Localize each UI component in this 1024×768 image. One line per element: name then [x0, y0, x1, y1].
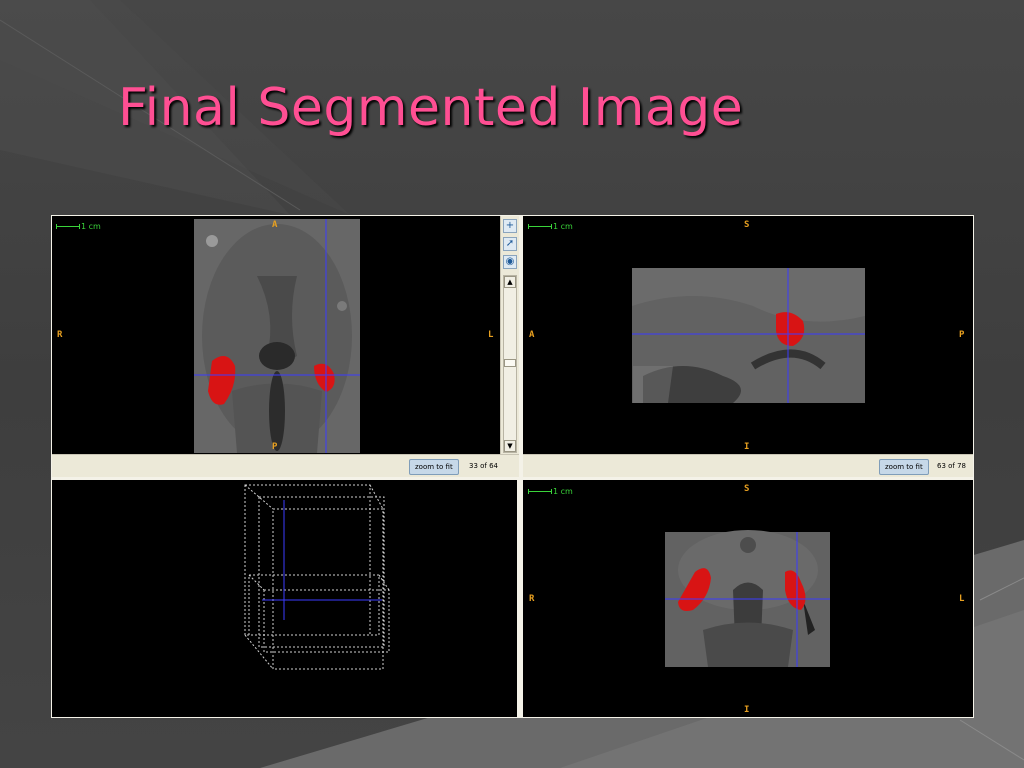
slide-title: Final Segmented Image — [118, 78, 744, 138]
scroll-up-button[interactable]: ▲ — [504, 276, 516, 288]
slice-counter: 33 of 64 — [469, 462, 499, 470]
scroll-down-button[interactable]: ▼ — [504, 440, 516, 452]
image-viewer: 1 cm A P R L + ➚ ◉ ▲ ▼ zoom to fit 33 of… — [51, 215, 974, 718]
scale-label: 1 cm — [553, 222, 573, 231]
3d-view[interactable] — [52, 480, 517, 717]
sagittal-toolbar: zoom to fit 63 of 78 — [523, 454, 973, 477]
coronal-view[interactable]: 1 cm S I R L — [523, 480, 973, 717]
sagittal-view[interactable]: 1 cm S I A P — [523, 216, 973, 454]
orientation-right: L — [488, 330, 494, 340]
zoom-to-fit-button[interactable]: zoom to fit — [409, 459, 459, 475]
orientation-top: S — [744, 220, 750, 230]
orientation-right: P — [959, 330, 965, 340]
orientation-right: L — [959, 594, 965, 604]
orientation-left: A — [529, 330, 535, 340]
scale-bar — [528, 224, 552, 229]
scale-bar — [528, 489, 552, 494]
3d-axis-lines — [262, 500, 382, 620]
zoom-to-fit-button[interactable]: zoom to fit — [879, 459, 929, 475]
scale-bar — [56, 224, 80, 229]
sagittal-crosshair — [632, 268, 865, 403]
scale-label: 1 cm — [553, 487, 573, 496]
orientation-bottom: P — [272, 442, 278, 452]
pointer-icon[interactable]: ➚ — [503, 237, 517, 251]
orientation-left: R — [57, 330, 63, 340]
orientation-bottom: I — [744, 442, 750, 452]
axial-view[interactable]: 1 cm A P R L — [52, 216, 500, 454]
orientation-bottom: I — [744, 705, 750, 715]
plus-icon[interactable]: + — [503, 219, 517, 233]
slice-counter: 63 of 78 — [937, 462, 967, 470]
orientation-top: S — [744, 484, 750, 494]
coronal-crosshair — [665, 532, 830, 667]
scale-label: 1 cm — [81, 222, 101, 231]
axial-crosshair — [194, 219, 360, 453]
axial-toolbar: zoom to fit 33 of 64 — [52, 454, 519, 477]
orientation-top: A — [272, 220, 278, 230]
scroll-thumb[interactable] — [504, 359, 516, 367]
camera-icon[interactable]: ◉ — [503, 255, 517, 269]
orientation-left: R — [529, 594, 535, 604]
slice-scrollbar[interactable]: ▲ ▼ — [503, 275, 517, 453]
view-tools-panel: + ➚ ◉ ▲ ▼ — [500, 216, 519, 454]
